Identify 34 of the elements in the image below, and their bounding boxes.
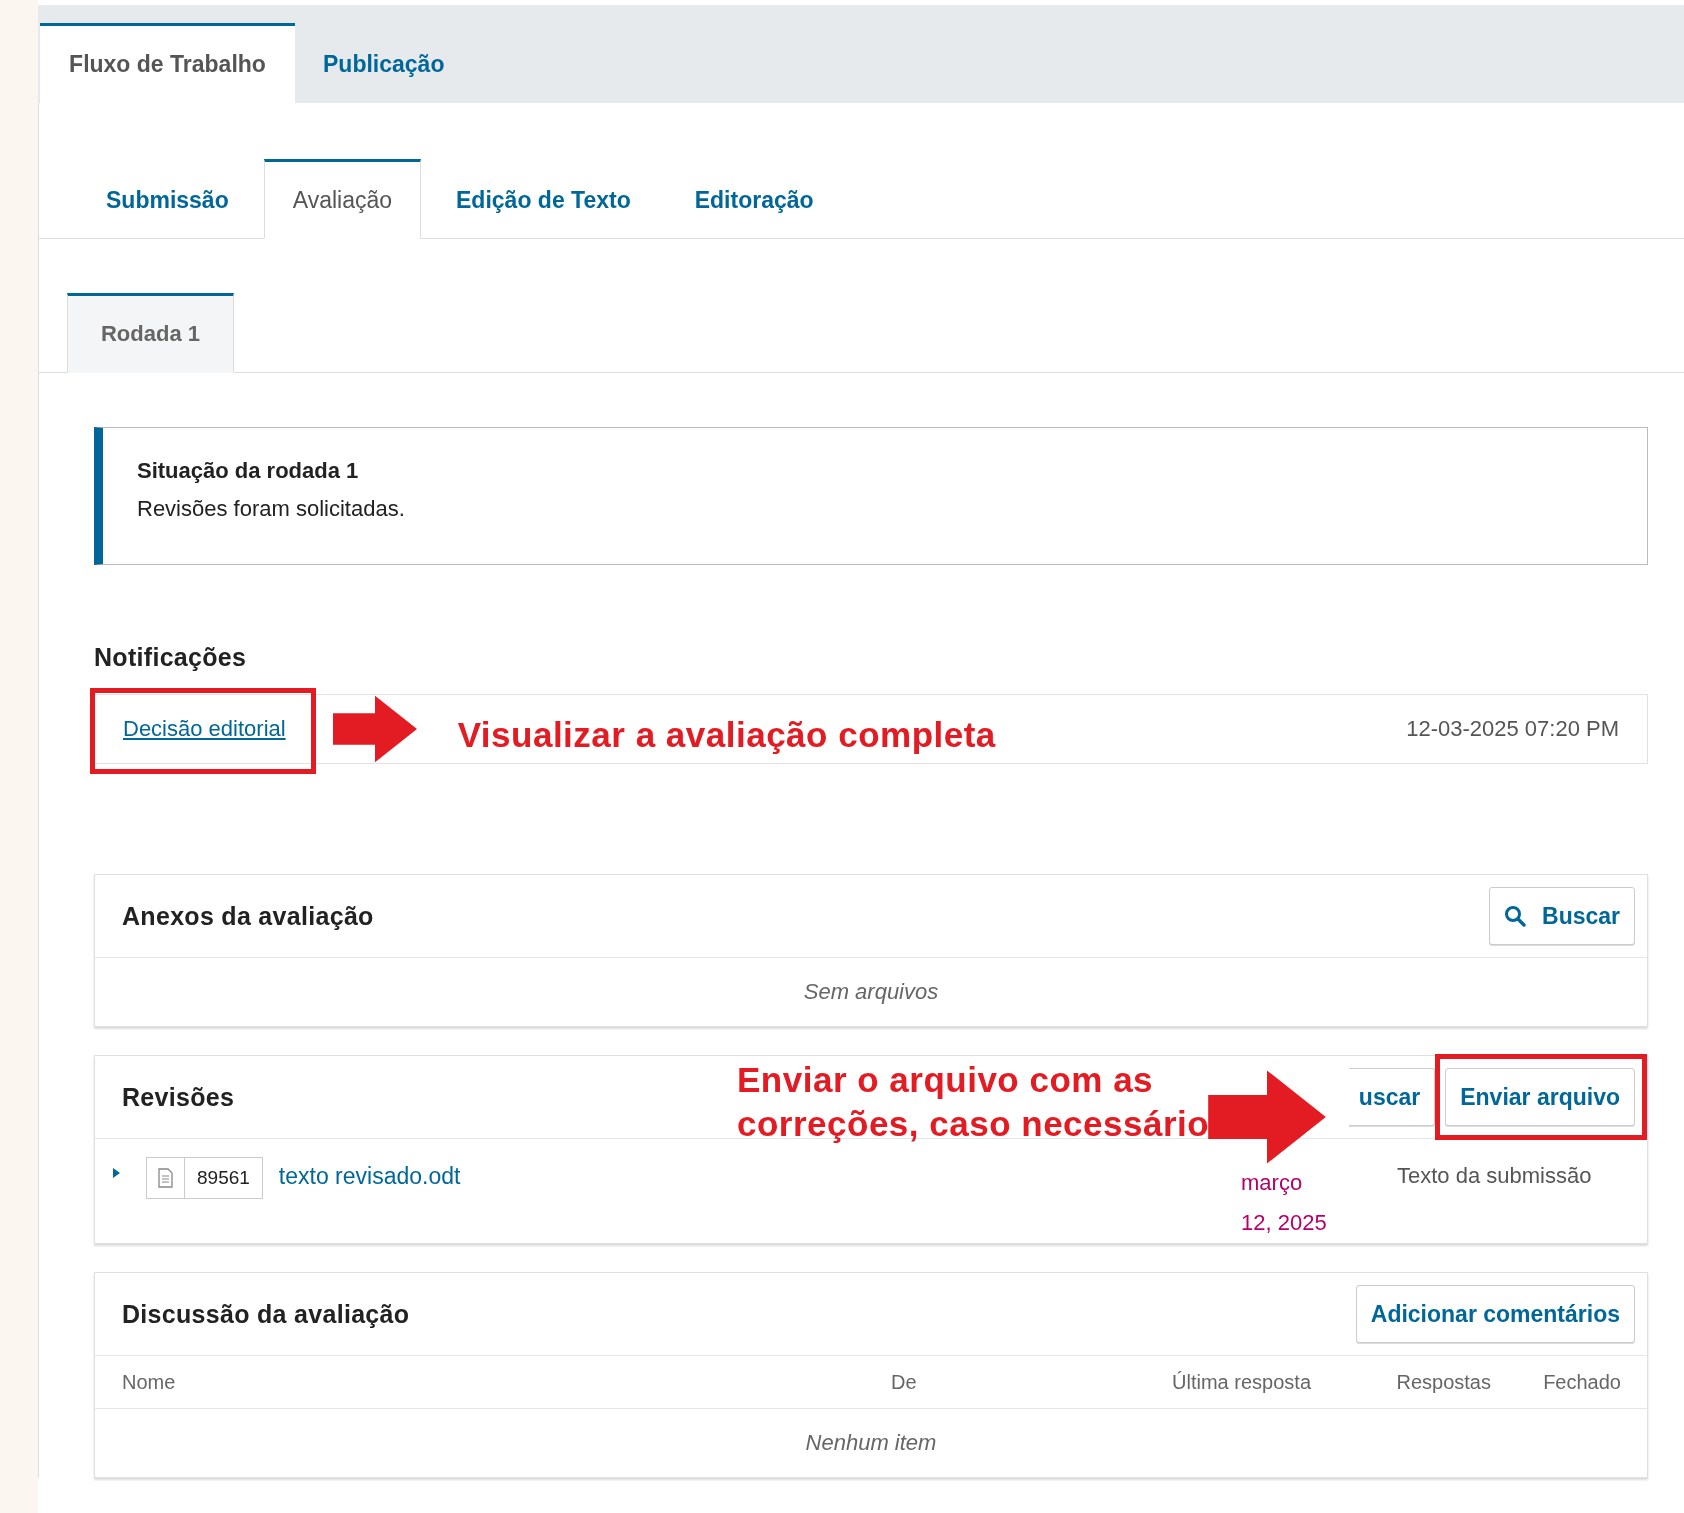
tab[interactable]: Publicação (299, 23, 469, 103)
button[interactable]: Adicionar comentários (1355, 1285, 1635, 1343)
search-button[interactable]: uscar (1348, 1068, 1436, 1126)
annotation-text: Visualizar a avaliação completa (457, 714, 996, 757)
column-header: Última resposta (1171, 1370, 1311, 1394)
search-icon (1504, 905, 1526, 927)
empty-message: Sem arquivos (802, 978, 940, 1006)
notification-link[interactable]: Decisão editorial (123, 716, 286, 741)
notification-date: 12-03-2025 07:20 PM (1406, 716, 1619, 742)
expand-icon[interactable] (113, 1168, 120, 1178)
button[interactable]: Enviar arquivo (1445, 1068, 1635, 1126)
column-header: Respostas (1395, 1370, 1491, 1394)
tab[interactable]: Submissão (77, 159, 258, 239)
file-type: Texto da submissão (1397, 1163, 1593, 1189)
search-button[interactable]: Buscar (1489, 887, 1635, 945)
file-link[interactable]: texto revisado.odt (278, 1163, 461, 1190)
tab[interactable]: Edição de Texto (427, 159, 660, 239)
empty-message: Nenhum item (804, 1429, 938, 1457)
section-heading: Notificações (94, 643, 248, 672)
tab[interactable]: Avaliação (263, 159, 422, 239)
tab[interactable]: Rodada 1 (67, 293, 234, 373)
file-id: 89561 (184, 1158, 262, 1198)
status-title: Situação da rodada 1 (137, 458, 360, 484)
annotation-text: Enviar o arquivo com as correções, caso necessário (737, 1059, 1210, 1145)
panel-title: Revisões (122, 1082, 235, 1112)
column-header: Fechado (1542, 1370, 1621, 1394)
panel-title: Anexos da avaliação (122, 901, 374, 931)
column-header: Nome (122, 1370, 177, 1394)
status-message: Revisões foram solicitadas. (137, 496, 406, 522)
panel-title: Discussão da avaliação (122, 1299, 410, 1329)
column-header: De (891, 1370, 918, 1394)
tab[interactable]: Editoração (665, 159, 843, 239)
file-date: março 12, 2025 (1241, 1169, 1328, 1237)
tab[interactable]: Fluxo de Trabalho (40, 23, 295, 103)
